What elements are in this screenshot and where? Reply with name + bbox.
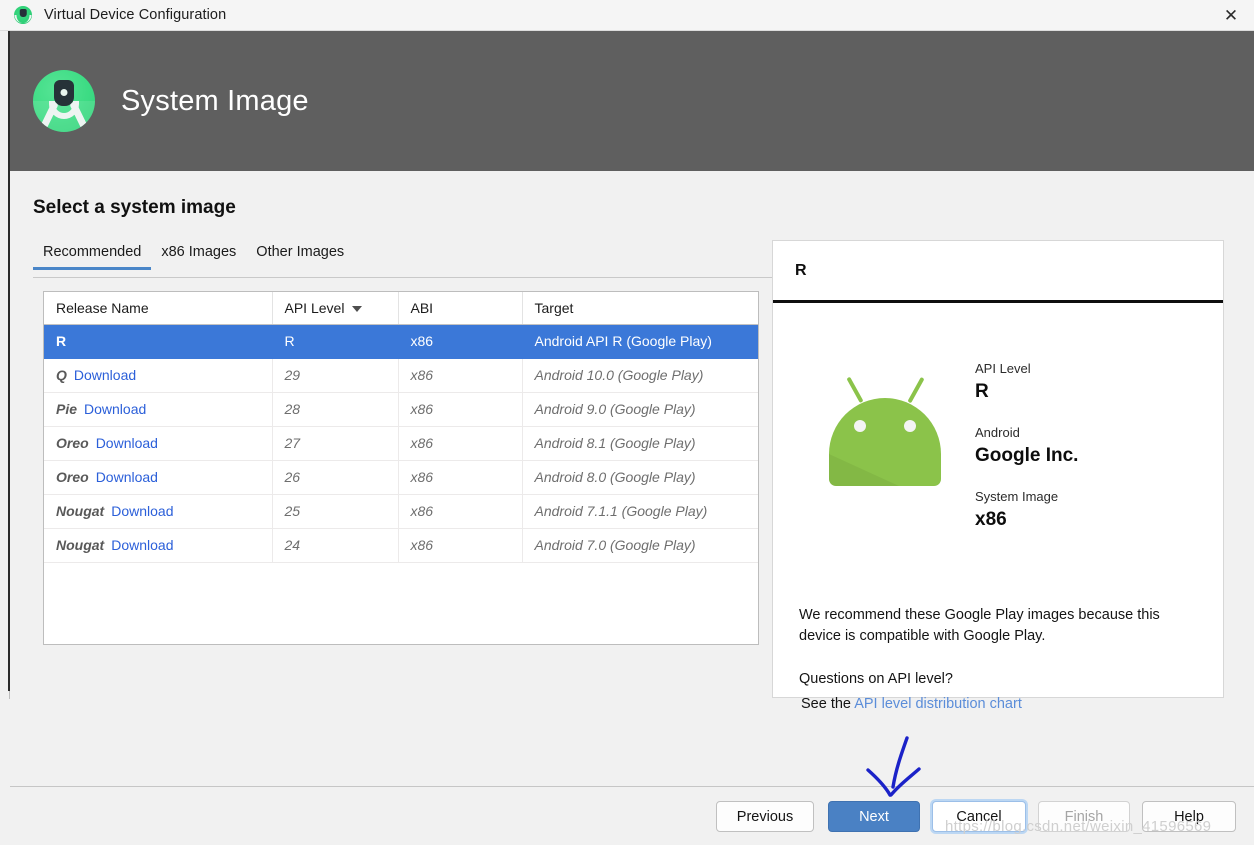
android-studio-logo bbox=[33, 70, 95, 132]
cell-api-level: R bbox=[272, 324, 399, 359]
cell-release-name: Q Download bbox=[44, 358, 273, 393]
cell-target: Android 7.1.1 (Google Play) bbox=[522, 494, 758, 529]
detail-panel-header: R bbox=[773, 241, 1223, 303]
watermark-text: https://blog.csdn.net/weixin_41596569 bbox=[945, 818, 1212, 835]
cell-api-level: 26 bbox=[272, 460, 399, 495]
cell-abi: x86 bbox=[398, 528, 523, 563]
system-image-detail-panel: R API Level R Android Google Inc. System… bbox=[772, 240, 1224, 712]
page-title: Select a system image bbox=[33, 197, 236, 218]
cell-api-level: 24 bbox=[272, 528, 399, 563]
detail-see-line: See the API level distribution chart bbox=[801, 696, 1022, 712]
download-link[interactable]: Download bbox=[74, 367, 136, 383]
wizard-body: Select a system image Recommended x86 Im… bbox=[10, 171, 1254, 845]
cell-abi: x86 bbox=[398, 426, 523, 461]
cell-release-name: R bbox=[44, 324, 273, 359]
detail-panel-body: API Level R Android Google Inc. System I… bbox=[773, 303, 1223, 712]
banner-title: System Image bbox=[121, 84, 309, 117]
detail-label-system-image: System Image bbox=[975, 489, 1059, 504]
cell-abi: x86 bbox=[398, 392, 523, 427]
chevron-down-icon bbox=[352, 306, 363, 313]
detail-label-android: Android bbox=[975, 425, 1020, 440]
table-row[interactable]: Q Download 29 x86 Android 10.0 (Google Play) bbox=[44, 358, 758, 393]
release-name-label: Nougat bbox=[56, 503, 105, 519]
column-header-api-level-label: API Level bbox=[284, 299, 345, 316]
table-row[interactable]: Oreo Download 27 x86 Android 8.1 (Google Pla… bbox=[44, 426, 758, 461]
detail-label-api-level: API Level bbox=[975, 361, 1031, 376]
column-header-abi-label: ABI bbox=[410, 299, 434, 316]
detail-see-prefix: See the bbox=[801, 696, 855, 712]
system-image-table[interactable]: Release Name API Level ABI Target R Rx86 bbox=[43, 291, 759, 645]
table-row[interactable]: Pie Download 28 x86 Android 9.0 (Google Play… bbox=[44, 392, 758, 427]
cell-release-name: Nougat Download bbox=[44, 494, 273, 529]
previous-button[interactable]: Previous bbox=[716, 801, 814, 832]
cell-target: Android 10.0 (Google Play) bbox=[522, 358, 758, 393]
cell-abi: x86 bbox=[398, 494, 523, 529]
android-robot-icon bbox=[829, 368, 941, 486]
android-studio-icon bbox=[14, 6, 32, 24]
column-header-target-label: Target bbox=[534, 299, 574, 316]
cell-target: Android 8.0 (Google Play) bbox=[522, 460, 758, 495]
api-level-distribution-chart-link[interactable]: API level distribution chart bbox=[854, 696, 1022, 712]
tab-recommended[interactable]: Recommended bbox=[33, 244, 152, 270]
cell-target: Android 9.0 (Google Play) bbox=[522, 392, 758, 427]
table-row[interactable]: Oreo Download 26 x86 Android 8.0 (Google Pla… bbox=[44, 460, 758, 495]
cell-api-level: 29 bbox=[272, 358, 399, 393]
cell-api-level: 27 bbox=[272, 426, 399, 461]
column-header-release-name-label: Release Name bbox=[56, 299, 149, 316]
detail-value-android: Google Inc. bbox=[975, 445, 1079, 466]
download-link[interactable]: Download bbox=[111, 537, 173, 553]
detail-recommendation-note: We recommend these Google Play images be… bbox=[799, 607, 1160, 644]
cell-release-name: Nougat Download bbox=[44, 528, 273, 563]
cell-target: Android 7.0 (Google Play) bbox=[522, 528, 758, 563]
cell-release-name: Pie Download bbox=[44, 392, 273, 427]
release-name-label: Oreo bbox=[56, 469, 89, 485]
window-title-bar: Virtual Device Configuration ✕ bbox=[0, 0, 1254, 31]
cell-abi: x86 bbox=[398, 324, 523, 359]
detail-question-text: Questions on API level? bbox=[799, 671, 953, 687]
wizard-banner: System Image bbox=[10, 31, 1254, 171]
cell-target: Android 8.1 (Google Play) bbox=[522, 426, 758, 461]
detail-value-api-level: R bbox=[975, 381, 989, 402]
detail-field-list: API Level R Android Google Inc. System I… bbox=[975, 361, 1078, 553]
release-name-label: Nougat bbox=[56, 537, 105, 553]
release-name-label: R bbox=[56, 333, 67, 349]
next-button[interactable]: Next bbox=[828, 801, 920, 832]
tab-x86-images[interactable]: x86 Images bbox=[151, 244, 246, 269]
release-name-label: Pie bbox=[56, 401, 78, 417]
table-row[interactable]: Nougat Download 24 x86 Android 7.0 (Google P… bbox=[44, 528, 758, 563]
column-header-api-level[interactable]: API Level bbox=[272, 292, 399, 325]
download-link[interactable]: Download bbox=[84, 401, 146, 417]
cell-api-level: 25 bbox=[272, 494, 399, 529]
column-header-target[interactable]: Target bbox=[522, 292, 758, 325]
cell-abi: x86 bbox=[398, 358, 523, 393]
cell-api-level: 28 bbox=[272, 392, 399, 427]
table-row[interactable]: R Rx86 Android API R (Google Play) bbox=[44, 324, 758, 359]
column-header-release-name[interactable]: Release Name bbox=[44, 292, 273, 325]
cell-release-name: Oreo Download bbox=[44, 460, 273, 495]
detail-value-system-image: x86 bbox=[975, 509, 1007, 530]
download-link[interactable]: Download bbox=[96, 469, 158, 485]
cell-release-name: Oreo Download bbox=[44, 426, 273, 461]
close-icon[interactable]: ✕ bbox=[1208, 0, 1254, 31]
release-name-label: Oreo bbox=[56, 435, 89, 451]
download-link[interactable]: Download bbox=[96, 435, 158, 451]
table-header-row: Release Name API Level ABI Target bbox=[44, 292, 758, 325]
tab-other-images[interactable]: Other Images bbox=[246, 244, 354, 269]
window-title: Virtual Device Configuration bbox=[44, 7, 227, 23]
cell-abi: x86 bbox=[398, 460, 523, 495]
cell-target: Android API R (Google Play) bbox=[522, 324, 758, 359]
column-header-abi[interactable]: ABI bbox=[398, 292, 523, 325]
table-row[interactable]: Nougat Download 25 x86 Android 7.1.1 (Google… bbox=[44, 494, 758, 529]
image-category-tabs: Recommended x86 Images Other Images bbox=[33, 244, 773, 278]
download-link[interactable]: Download bbox=[111, 503, 173, 519]
release-name-label: Q bbox=[56, 367, 67, 383]
